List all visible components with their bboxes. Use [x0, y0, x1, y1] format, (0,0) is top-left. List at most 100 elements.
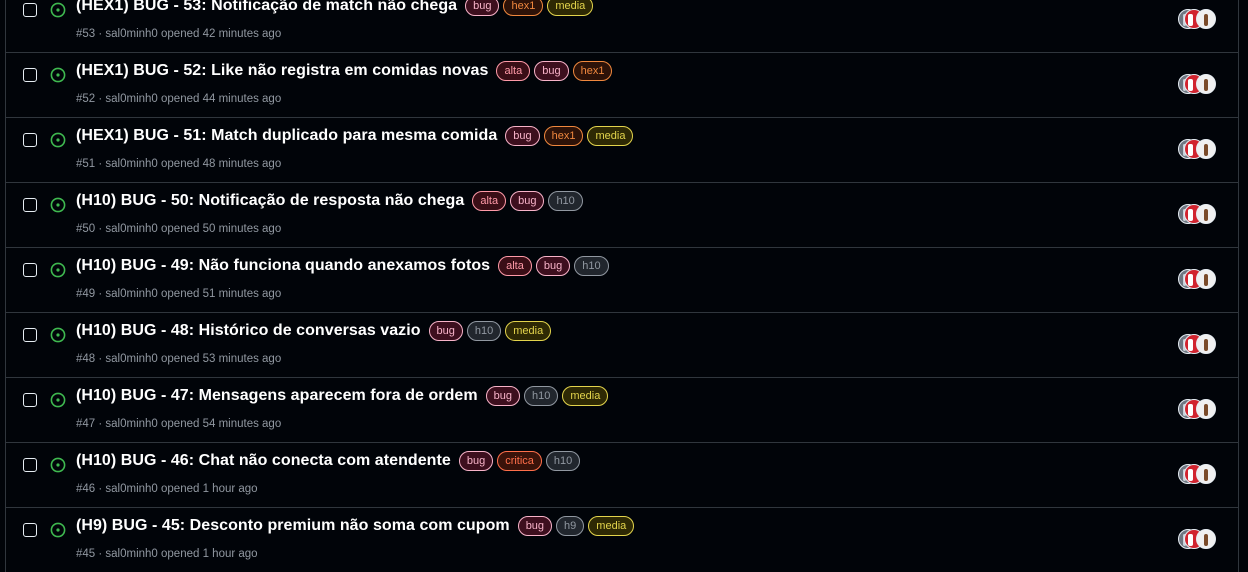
issue-title-line: (H10) BUG - 48: Histórico de conversas v… — [76, 321, 552, 341]
issue-title-link[interactable]: (H10) BUG - 49: Não funciona quando anex… — [76, 257, 490, 275]
issue-select-checkbox[interactable] — [23, 393, 37, 407]
issue-row[interactable]: (HEX1) BUG - 51: Match duplicado para me… — [6, 117, 1238, 182]
issue-title-link[interactable]: (HEX1) BUG - 52: Like não registra em co… — [76, 62, 488, 80]
issue-row[interactable]: (HEX1) BUG - 52: Like não registra em co… — [6, 52, 1238, 117]
label-h10[interactable]: h10 — [466, 321, 502, 341]
issue-meta: #46 · sal0minh0 opened 1 hour ago — [76, 483, 258, 495]
issue-select-checkbox[interactable] — [23, 263, 37, 277]
issue-title-line: (HEX1) BUG - 53: Notificação de match nã… — [76, 0, 594, 16]
issue-title-link[interactable]: (H10) BUG - 46: Chat não conecta com ate… — [76, 452, 451, 470]
label-bug[interactable]: bug — [458, 451, 494, 471]
label-alta[interactable]: alta — [498, 256, 532, 276]
issue-row[interactable]: (H10) BUG - 47: Mensagens aparecem fora … — [6, 377, 1238, 442]
assignee-avatar[interactable] — [1196, 74, 1216, 94]
issue-title-link[interactable]: (HEX1) BUG - 53: Notificação de match nã… — [76, 0, 457, 15]
issue-title-line: (H10) BUG - 47: Mensagens aparecem fora … — [76, 386, 609, 406]
assignee-avatar[interactable] — [1196, 529, 1216, 549]
issue-labels: bug h10 media — [425, 321, 552, 341]
label-critica[interactable]: critica — [497, 451, 542, 471]
issue-title-link[interactable]: (H10) BUG - 50: Notificação de resposta … — [76, 192, 464, 210]
label-bug[interactable]: bug — [517, 516, 553, 536]
label-hex1[interactable]: hex1 — [572, 61, 613, 81]
label-bug[interactable]: bug — [535, 256, 571, 276]
issue-meta: #51 · sal0minh0 opened 48 minutes ago — [76, 158, 282, 170]
label-h9[interactable]: h9 — [556, 516, 585, 536]
label-media[interactable]: media — [588, 516, 635, 536]
issue-title-line: (HEX1) BUG - 52: Like não registra em co… — [76, 61, 613, 81]
assignee-avatars[interactable] — [1178, 74, 1218, 96]
assignee-avatar[interactable] — [1196, 399, 1216, 419]
issue-title-line: (HEX1) BUG - 51: Match duplicado para me… — [76, 126, 634, 146]
label-bug[interactable]: bug — [505, 126, 540, 146]
assignee-avatar[interactable] — [1196, 269, 1216, 289]
label-media[interactable]: media — [587, 126, 634, 146]
assignee-avatars[interactable] — [1178, 464, 1218, 486]
issue-row[interactable]: (HEX1) BUG - 53: Notificação de match nã… — [6, 0, 1238, 52]
assignee-avatars[interactable] — [1178, 204, 1218, 226]
issue-select-checkbox[interactable] — [23, 198, 37, 212]
label-bug[interactable]: bug — [534, 61, 569, 81]
issue-labels: alta bug h10 — [494, 256, 609, 276]
label-alta[interactable]: alta — [472, 191, 507, 211]
issue-opened-icon — [50, 392, 66, 408]
label-media[interactable]: media — [562, 386, 609, 406]
issue-row[interactable]: (H10) BUG - 48: Histórico de conversas v… — [6, 312, 1238, 377]
assignee-avatar[interactable] — [1196, 334, 1216, 354]
assignee-avatar[interactable] — [1196, 464, 1216, 484]
issue-opened-icon — [50, 522, 66, 538]
label-bug[interactable]: bug — [465, 0, 500, 16]
issue-labels: alta bug hex1 — [492, 61, 613, 81]
issue-meta: #47 · sal0minh0 opened 54 minutes ago — [76, 418, 282, 430]
issue-meta: #52 · sal0minh0 opened 44 minutes ago — [76, 93, 282, 105]
label-h10[interactable]: h10 — [548, 191, 583, 211]
issue-opened-icon — [50, 67, 66, 83]
issue-select-checkbox[interactable] — [23, 458, 37, 472]
label-bug[interactable]: bug — [428, 321, 463, 341]
label-h10[interactable]: h10 — [524, 386, 559, 406]
issue-opened-icon — [50, 327, 66, 343]
issue-labels: bug hex1 media — [461, 0, 594, 16]
issue-select-checkbox[interactable] — [23, 68, 37, 82]
issue-select-checkbox[interactable] — [23, 328, 37, 342]
issue-select-checkbox[interactable] — [23, 523, 37, 537]
issue-opened-icon — [50, 262, 66, 278]
issue-meta: #53 · sal0minh0 opened 42 minutes ago — [76, 28, 282, 40]
assignee-avatars[interactable] — [1178, 139, 1218, 161]
assignee-avatars[interactable] — [1178, 269, 1218, 291]
assignee-avatars[interactable] — [1178, 334, 1218, 356]
assignee-avatars[interactable] — [1178, 399, 1218, 421]
issue-labels: bug critica h10 — [455, 451, 581, 471]
label-h10[interactable]: h10 — [574, 256, 609, 276]
label-bug[interactable]: bug — [485, 386, 520, 406]
assignee-avatars[interactable] — [1178, 529, 1218, 551]
issue-labels: bug hex1 media — [501, 126, 634, 146]
label-media[interactable]: media — [547, 0, 594, 16]
label-hex1[interactable]: hex1 — [543, 126, 584, 146]
assignee-avatars[interactable] — [1178, 9, 1218, 31]
label-bug[interactable]: bug — [510, 191, 545, 211]
assignee-avatar[interactable] — [1196, 139, 1216, 159]
issue-select-checkbox[interactable] — [23, 3, 37, 17]
issue-labels: bug h10 media — [482, 386, 609, 406]
issue-opened-icon — [50, 132, 66, 148]
issue-title-link[interactable]: (H10) BUG - 47: Mensagens aparecem fora … — [76, 387, 478, 405]
issue-labels: bug h9 media — [514, 516, 635, 536]
issue-title-line: (H10) BUG - 49: Não funciona quando anex… — [76, 256, 609, 276]
label-media[interactable]: media — [505, 321, 552, 341]
issue-title-link[interactable]: (H10) BUG - 48: Histórico de conversas v… — [76, 322, 421, 340]
label-hex1[interactable]: hex1 — [503, 0, 544, 16]
label-h10[interactable]: h10 — [545, 451, 581, 471]
issue-row[interactable]: (H10) BUG - 50: Notificação de resposta … — [6, 182, 1238, 247]
issue-list: (HEX1) BUG - 53: Notificação de match nã… — [5, 0, 1239, 572]
issue-title-link[interactable]: (H9) BUG - 45: Desconto premium não soma… — [76, 517, 510, 535]
label-alta[interactable]: alta — [496, 61, 531, 81]
assignee-avatar[interactable] — [1196, 204, 1216, 224]
issue-title-line: (H10) BUG - 46: Chat não conecta com ate… — [76, 451, 581, 471]
issue-select-checkbox[interactable] — [23, 133, 37, 147]
issue-row[interactable]: (H10) BUG - 46: Chat não conecta com ate… — [6, 442, 1238, 507]
issue-row[interactable]: (H9) BUG - 45: Desconto premium não soma… — [6, 507, 1238, 572]
issue-title-link[interactable]: (HEX1) BUG - 51: Match duplicado para me… — [76, 127, 497, 145]
issue-row[interactable]: (H10) BUG - 49: Não funciona quando anex… — [6, 247, 1238, 312]
assignee-avatar[interactable] — [1196, 9, 1216, 29]
issue-opened-icon — [50, 197, 66, 213]
